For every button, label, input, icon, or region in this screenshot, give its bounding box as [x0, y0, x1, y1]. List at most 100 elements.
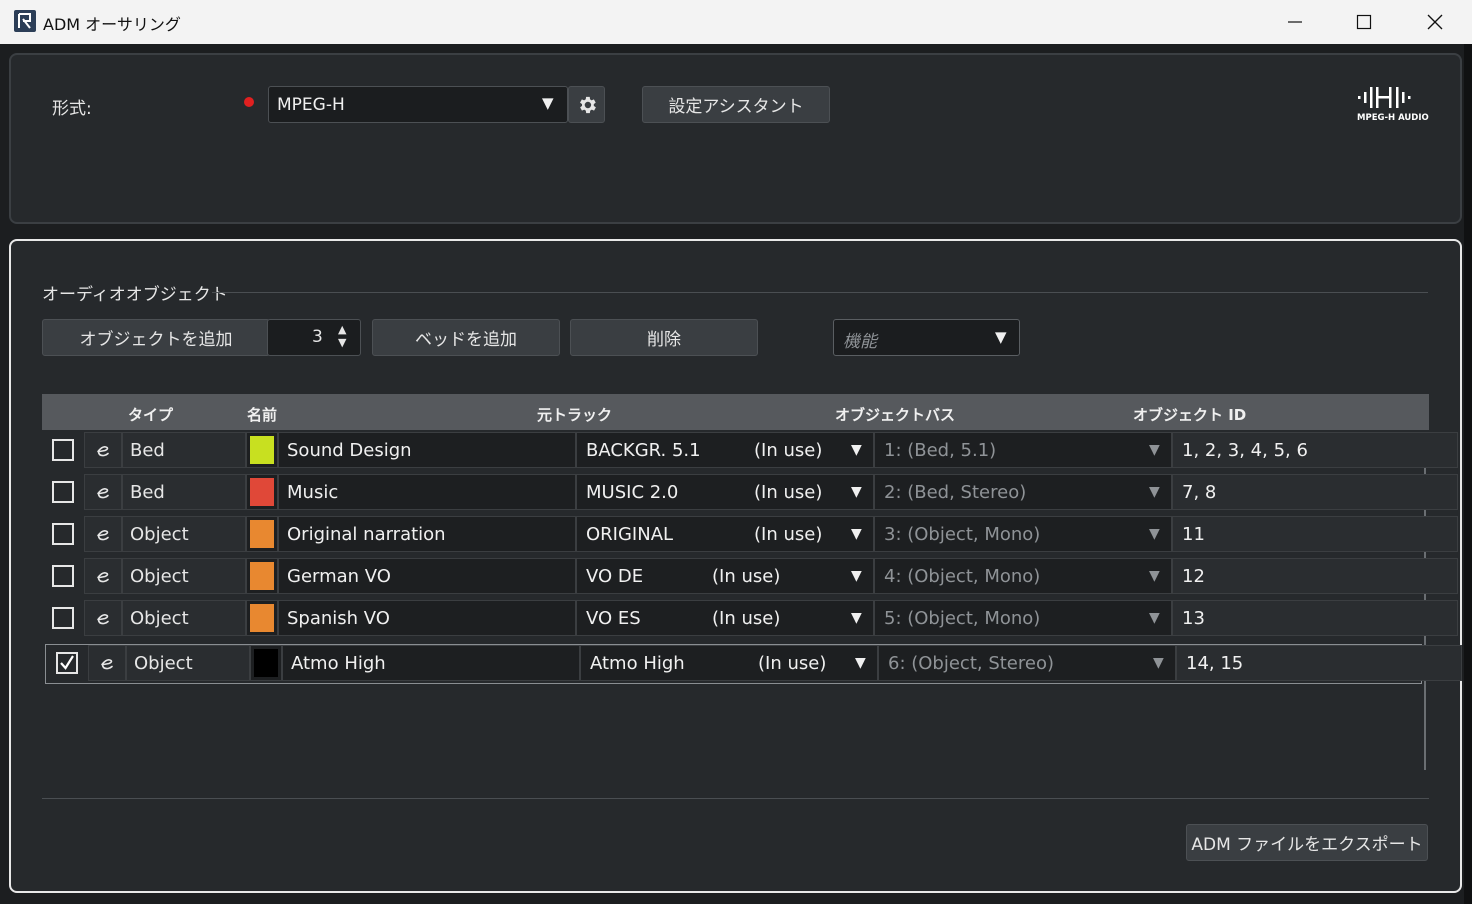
dropdown-arrow-icon: ▼: [1149, 442, 1160, 458]
add-object-button[interactable]: オブジェクトを追加: [42, 319, 270, 356]
add-bed-button[interactable]: ベッドを追加: [372, 319, 560, 356]
edit-icon: [94, 567, 112, 585]
source-track-name: VO DE: [586, 565, 644, 587]
column-header-type: タイプ: [128, 406, 174, 424]
mpeg-h-audio-logo: MPEG-H AUDIO: [1355, 84, 1433, 126]
source-track-status: (In use): [754, 523, 823, 545]
row-object-ids: 11: [1172, 516, 1458, 552]
column-header-bus: オブジェクトバス: [835, 406, 956, 424]
row-select-checkbox[interactable]: [42, 432, 84, 468]
source-track-name: VO ES: [586, 607, 641, 629]
edit-button[interactable]: [84, 516, 122, 552]
row-source-track-select[interactable]: Atmo High (In use) ▼: [580, 645, 878, 681]
source-track-name: MUSIC 2.0: [586, 481, 679, 503]
row-select-checkbox[interactable]: [46, 645, 88, 681]
row-select-checkbox[interactable]: [42, 600, 84, 636]
row-name-field[interactable]: Original narration: [278, 516, 576, 552]
table-row[interactable]: Object Original narration ORIGINAL (In use)…: [42, 516, 1458, 554]
table-row[interactable]: Bed Music MUSIC 2.0 (In use) ▼ 2: (Bed, Stere…: [42, 474, 1458, 512]
row-object-bus-select[interactable]: 4: (Object, Mono) ▼: [874, 558, 1172, 594]
row-color-swatch[interactable]: [246, 474, 278, 510]
row-color-swatch[interactable]: [246, 600, 278, 636]
edit-button[interactable]: [84, 432, 122, 468]
row-source-track-select[interactable]: ORIGINAL (In use) ▼: [576, 516, 874, 552]
row-name-field[interactable]: Atmo High: [282, 645, 580, 681]
edit-icon: [94, 441, 112, 459]
row-object-ids: 13: [1172, 600, 1458, 636]
source-track-status: (In use): [712, 607, 781, 629]
checkbox[interactable]: [52, 481, 74, 503]
format-settings-button[interactable]: [568, 86, 605, 123]
row-source-track-select[interactable]: BACKGR. 5.1 (In use) ▼: [576, 432, 874, 468]
row-select-checkbox[interactable]: [42, 558, 84, 594]
row-color-swatch[interactable]: [246, 432, 278, 468]
export-adm-button[interactable]: ADM ファイルをエクスポート: [1186, 824, 1428, 861]
row-object-ids: 7, 8: [1172, 474, 1458, 510]
object-bus-name: 4: (Object, Mono): [884, 565, 1041, 587]
row-source-track-select[interactable]: MUSIC 2.0 (In use) ▼: [576, 474, 874, 510]
row-name-field[interactable]: Spanish VO: [278, 600, 576, 636]
dropdown-arrow-icon: ▼: [1149, 610, 1160, 626]
close-button[interactable]: [1400, 0, 1470, 44]
row-color-swatch[interactable]: [246, 516, 278, 552]
row-name-field[interactable]: Music: [278, 474, 576, 510]
dropdown-arrow-icon: ▼: [542, 94, 554, 112]
edit-button[interactable]: [84, 558, 122, 594]
title-bar: [0, 0, 1472, 44]
row-object-bus-select[interactable]: 6: (Object, Stereo) ▼: [878, 645, 1176, 681]
delete-button[interactable]: 削除: [570, 319, 758, 356]
checkbox[interactable]: [52, 523, 74, 545]
checkmark-icon: [60, 655, 74, 670]
edit-icon: [94, 525, 112, 543]
row-source-track-select[interactable]: VO ES (In use) ▼: [576, 600, 874, 636]
row-select-checkbox[interactable]: [42, 474, 84, 510]
checkbox[interactable]: [52, 607, 74, 629]
maximize-icon: [1356, 14, 1372, 30]
dropdown-arrow-icon: ▼: [1149, 568, 1160, 584]
checkbox[interactable]: [56, 652, 78, 674]
dropdown-arrow-icon: ▼: [851, 442, 862, 458]
column-header-ids: オブジェクト ID: [1133, 406, 1247, 424]
checkbox[interactable]: [52, 565, 74, 587]
row-name-field[interactable]: German VO: [278, 558, 576, 594]
table-row[interactable]: Object Atmo High Atmo High (In use) ▼ 6: (Obj…: [45, 644, 1462, 684]
stepper-down-icon[interactable]: ▼: [338, 336, 346, 349]
edit-button[interactable]: [84, 600, 122, 636]
source-track-status: (In use): [754, 481, 823, 503]
dropdown-arrow-icon: ▼: [1149, 484, 1160, 500]
setup-assistant-button[interactable]: 設定アシスタント: [642, 86, 830, 123]
edit-button[interactable]: [88, 645, 126, 681]
row-type: Object: [122, 600, 246, 636]
table-row[interactable]: Object German VO VO DE (In use) ▼ 4: (Object,…: [42, 558, 1458, 596]
edit-icon: [94, 609, 112, 627]
object-bus-name: 6: (Object, Stereo): [888, 652, 1054, 674]
edit-button[interactable]: [84, 474, 122, 510]
table-row[interactable]: Object Spanish VO VO ES (In use) ▼ 5: (Object…: [42, 600, 1458, 638]
object-bus-name: 3: (Object, Mono): [884, 523, 1041, 545]
column-header-name: 名前: [247, 406, 278, 424]
gear-icon: [579, 96, 596, 113]
table-row[interactable]: Bed Sound Design BACKGR. 5.1 (In use) ▼ 1: (B…: [42, 432, 1458, 470]
row-object-bus-select[interactable]: 3: (Object, Mono) ▼: [874, 516, 1172, 552]
row-color-swatch[interactable]: [246, 558, 278, 594]
minimize-button[interactable]: [1260, 0, 1330, 44]
maximize-button[interactable]: [1329, 0, 1399, 44]
stepper-up-icon[interactable]: ▲: [338, 323, 346, 336]
row-object-bus-select[interactable]: 1: (Bed, 5.1) ▼: [874, 432, 1172, 468]
row-type: Object: [122, 558, 246, 594]
row-name-field[interactable]: Sound Design: [278, 432, 576, 468]
row-object-bus-select[interactable]: 2: (Bed, Stereo) ▼: [874, 474, 1172, 510]
checkbox[interactable]: [52, 439, 74, 461]
object-bus-name: 1: (Bed, 5.1): [884, 439, 997, 461]
row-color-swatch[interactable]: [250, 645, 282, 681]
source-track-status: (In use): [712, 565, 781, 587]
dropdown-arrow-icon: ▼: [855, 655, 866, 671]
row-select-checkbox[interactable]: [42, 516, 84, 552]
row-source-track-select[interactable]: VO DE (In use) ▼: [576, 558, 874, 594]
row-object-bus-select[interactable]: 5: (Object, Mono) ▼: [874, 600, 1172, 636]
object-count-value: 3: [312, 327, 323, 347]
footer-divider: [42, 798, 1429, 799]
format-panel: [9, 53, 1462, 224]
function-select-placeholder: 機能: [843, 332, 877, 352]
dropdown-arrow-icon: ▼: [851, 526, 862, 542]
